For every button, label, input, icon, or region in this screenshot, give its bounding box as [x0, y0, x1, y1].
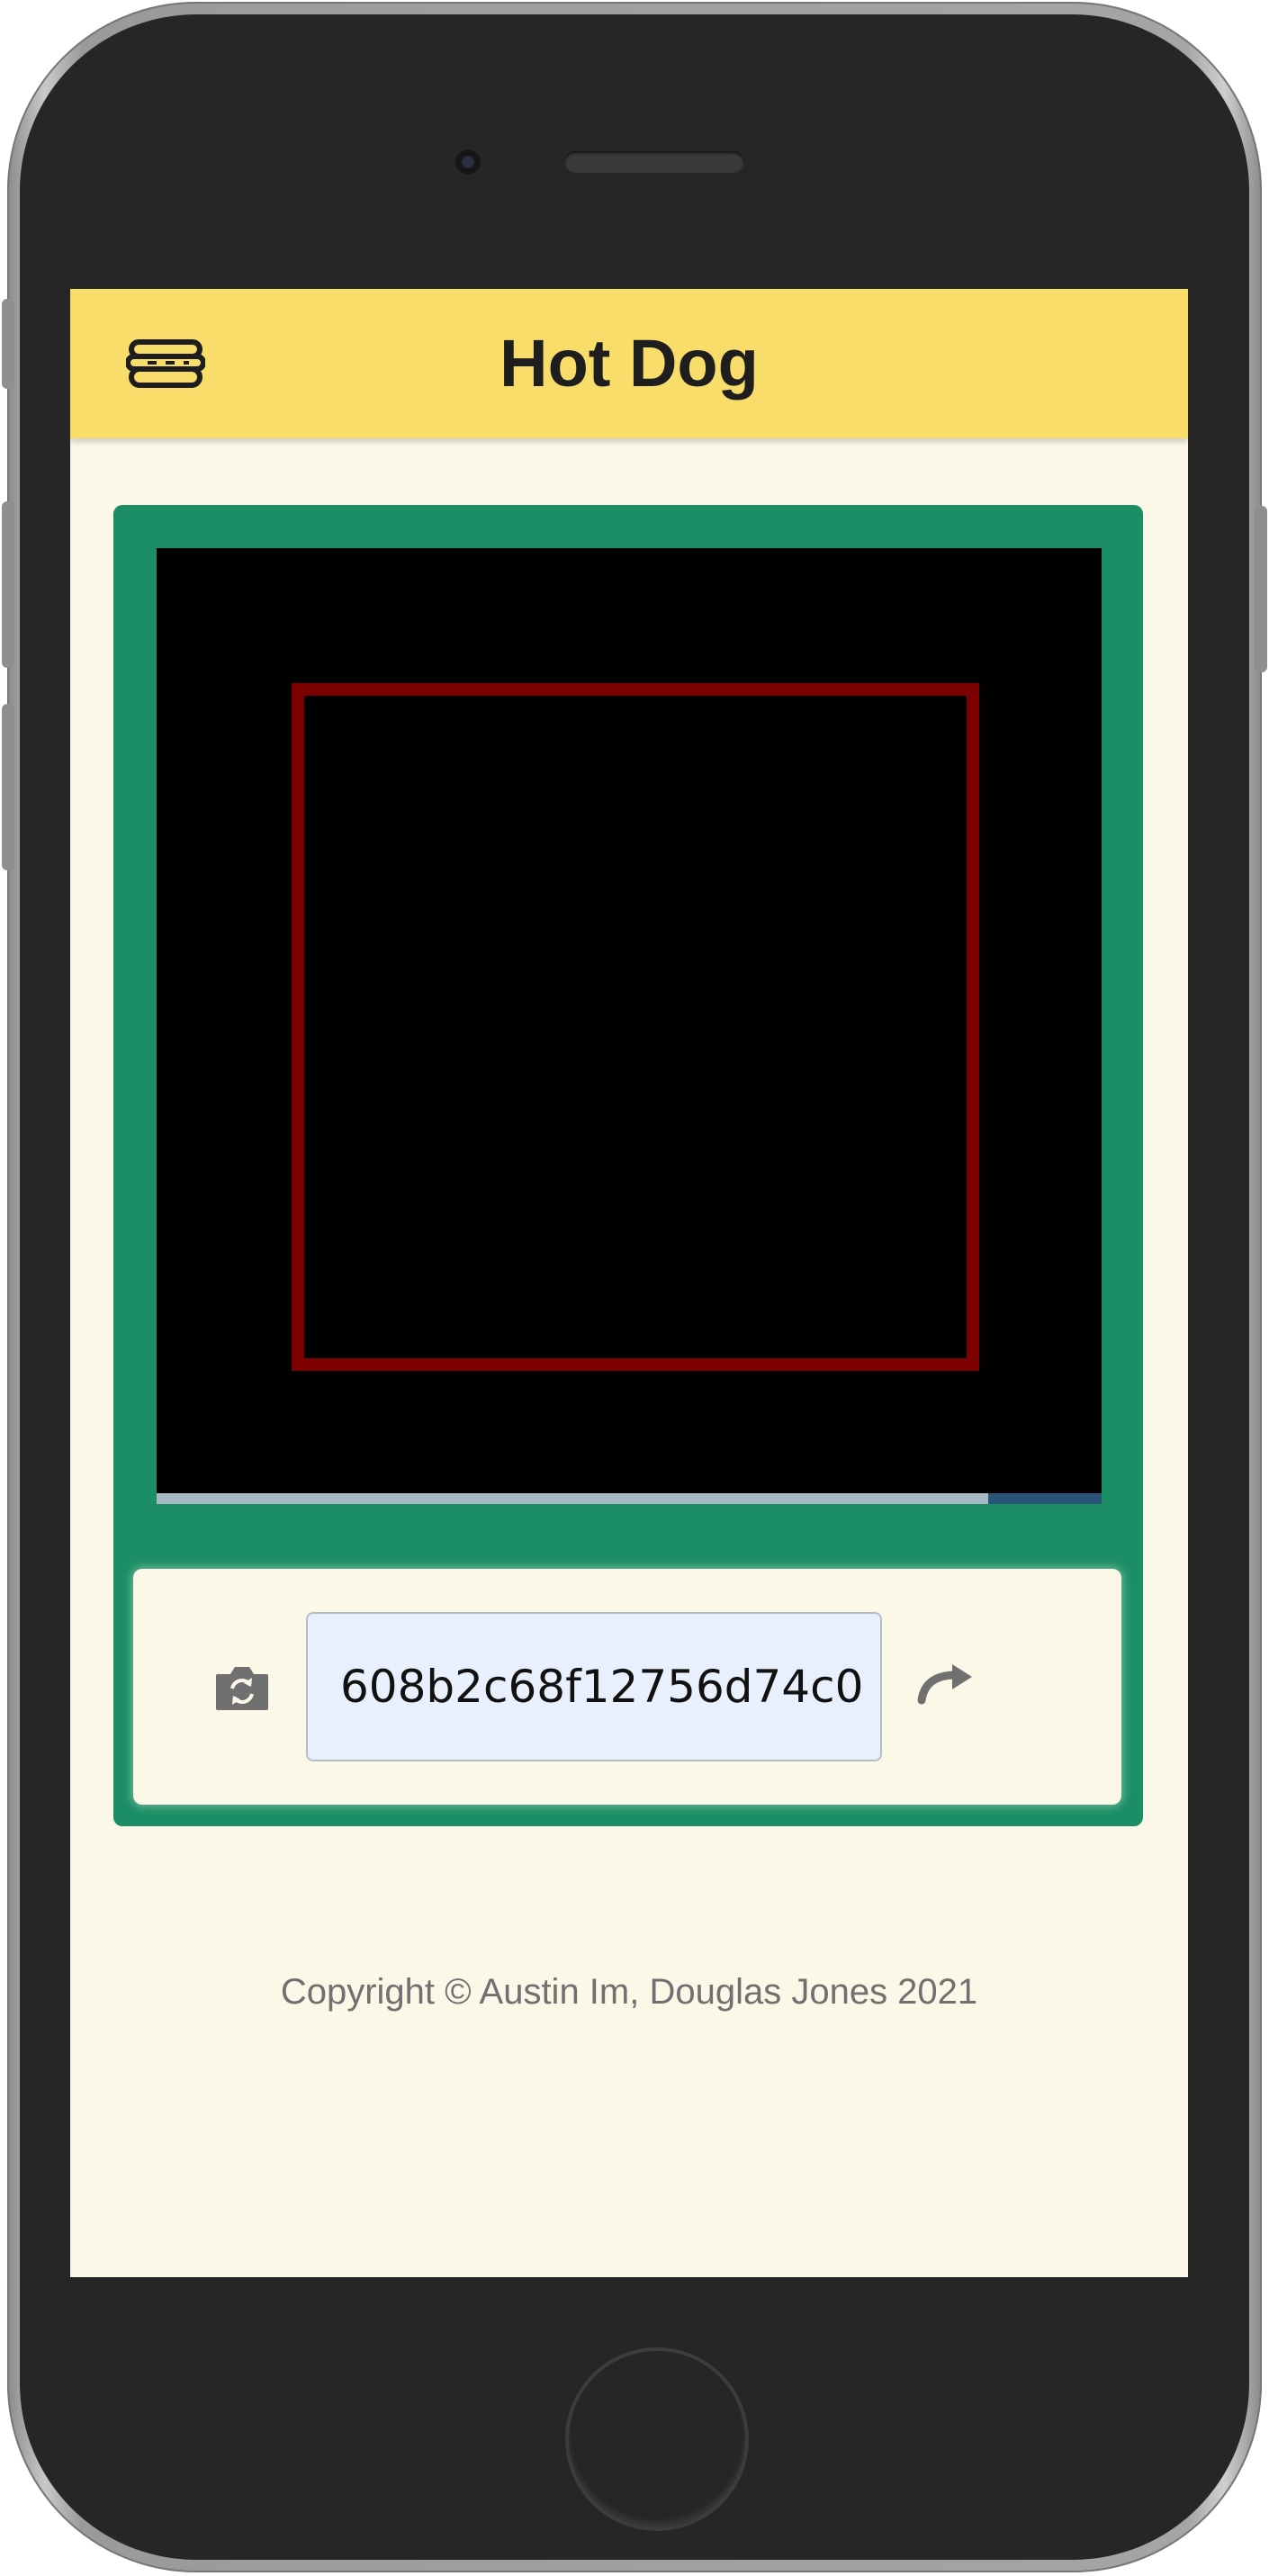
app-header: Hot Dog	[70, 289, 1188, 438]
front-camera	[455, 149, 481, 175]
copyright-footer: Copyright © Austin Im, Douglas Jones 202…	[280, 1972, 978, 2012]
app-screen: Hot Dog 608b2c68f12756d74c0 Copyright ©	[70, 289, 1188, 2277]
power-button	[1255, 506, 1267, 672]
home-button	[565, 2347, 749, 2531]
camera-switch-icon[interactable]	[214, 1663, 270, 1712]
scan-target-frame	[292, 683, 979, 1371]
earpiece-speaker	[564, 151, 744, 173]
app-title: Hot Dog	[500, 326, 759, 401]
controls-bar: 608b2c68f12756d74c0	[133, 1569, 1121, 1805]
scan-progress-fill	[157, 1493, 988, 1504]
volume-down-button	[2, 704, 14, 870]
mute-switch	[2, 299, 14, 389]
scan-progress-bar	[157, 1493, 1102, 1504]
camera-viewport	[157, 548, 1102, 1504]
volume-up-button	[2, 501, 14, 668]
redo-icon[interactable]	[916, 1662, 976, 1706]
scanner-panel: 608b2c68f12756d74c0	[113, 505, 1143, 1826]
hash-input[interactable]: 608b2c68f12756d74c0	[306, 1612, 882, 1761]
